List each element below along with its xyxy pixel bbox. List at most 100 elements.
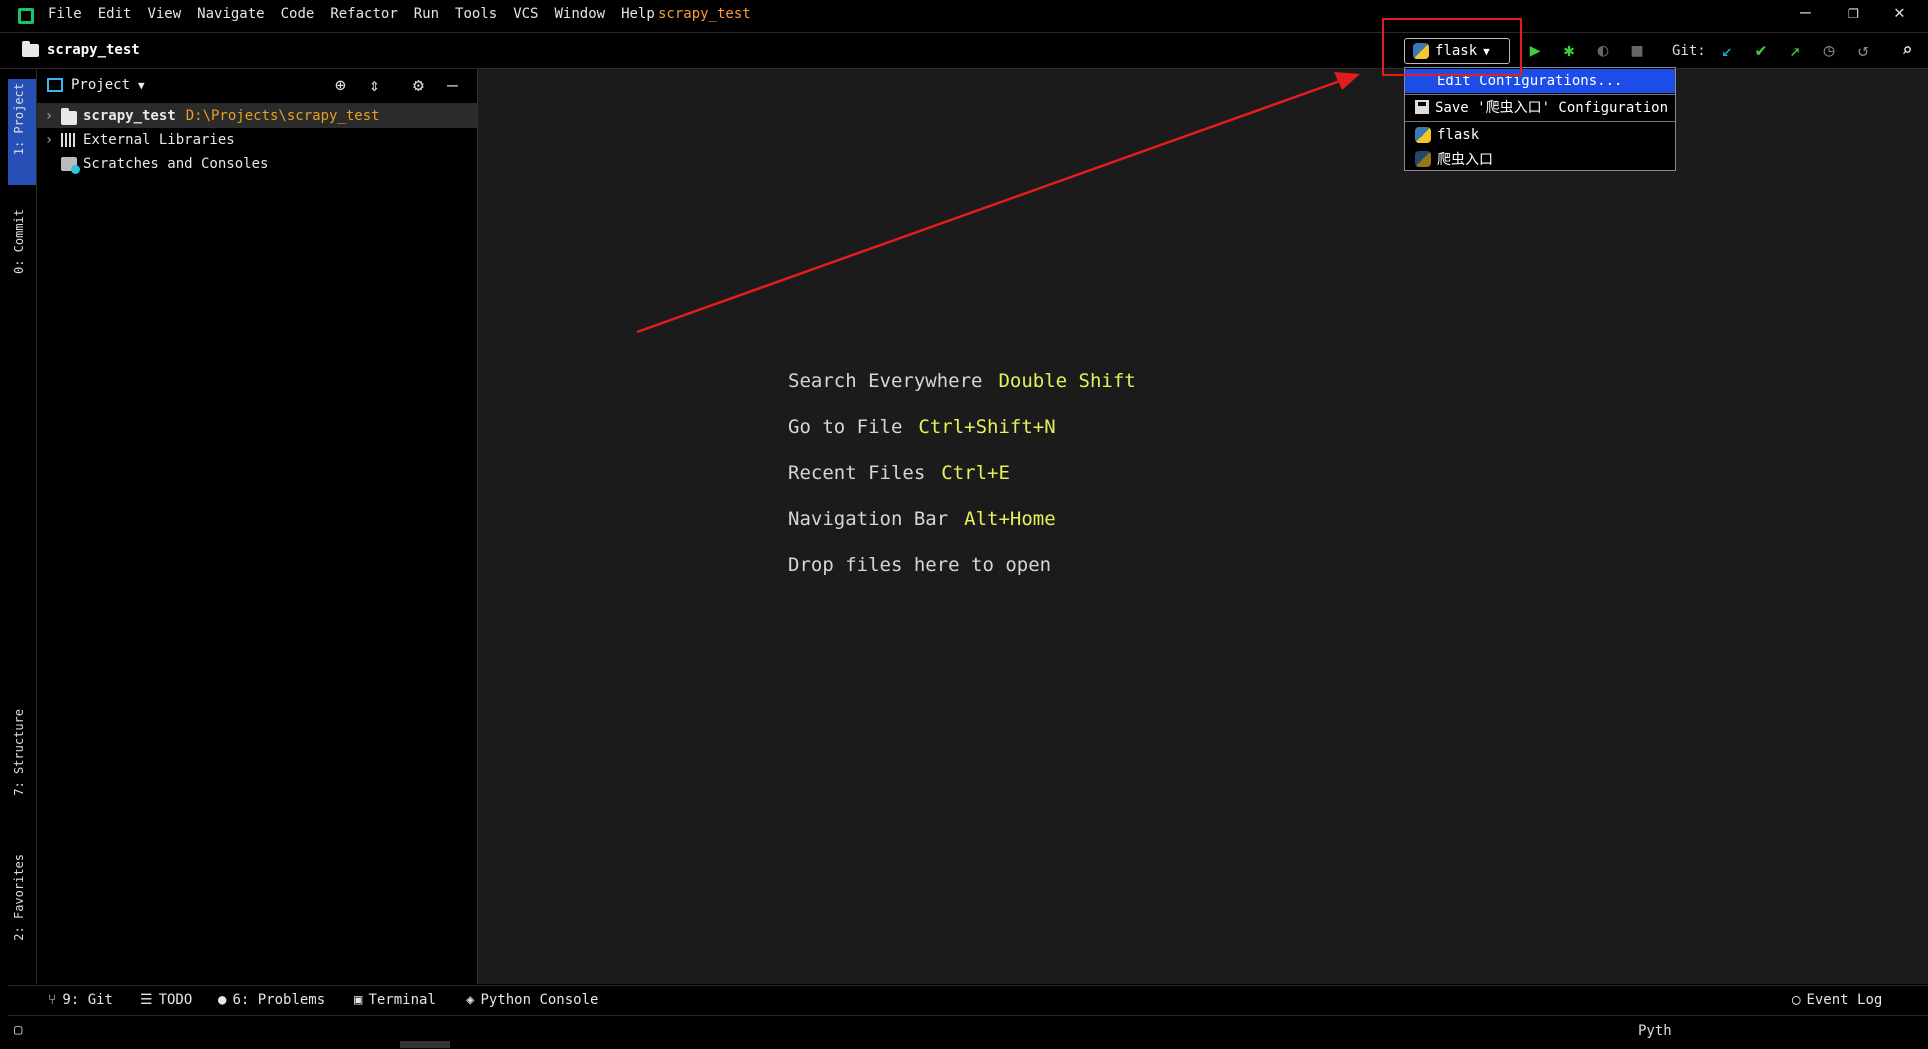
search-icon[interactable]: ⌕ [1896,40,1918,62]
popup-save-configuration[interactable]: Save '爬虫入口' Configuration [1405,95,1675,119]
popup-config-spider-entry[interactable]: 爬虫入口 [1405,147,1675,171]
tab-todo[interactable]: ☰ TODO [140,992,192,1008]
event-log-icon: ◯ [1792,992,1801,1008]
tab-favorites[interactable]: 2: Favorites [12,854,26,941]
menu-code[interactable]: Code [281,6,315,22]
menu-view[interactable]: View [147,6,181,22]
tab-commit[interactable]: 0: Commit [12,209,26,274]
highlight-box [1382,18,1522,76]
hint-action: Recent Files [788,462,926,484]
toggle-tool-windows-icon[interactable]: ▢ [14,1022,22,1038]
git-update-icon[interactable]: ↙ [1716,40,1738,62]
library-icon [61,133,77,147]
project-view-icon [47,78,63,92]
tab-label: 6: Problems [232,992,326,1008]
scrollbar-thumb[interactable] [400,1041,450,1048]
tab-structure[interactable]: 7: Structure [12,709,26,796]
debug-icon[interactable]: ✱ [1558,40,1580,62]
bottom-tool-bar: ⑂ 9: Git ☰ TODO ● 6: Problems ▣ Terminal… [8,985,1928,1016]
tree-item-label: scrapy_test [83,108,176,124]
tab-label: Terminal [368,992,436,1008]
git-commit-icon[interactable]: ✔ [1750,40,1772,62]
restore-button[interactable]: ❐ [1848,2,1859,23]
tab-event-log[interactable]: ◯ Event Log [1792,992,1882,1008]
tab-label: 9: Git [62,992,113,1008]
menu-run[interactable]: Run [414,6,439,22]
breadcrumb[interactable]: scrapy_test [22,40,140,58]
tree-item-path: D:\Projects\scrapy_test [185,108,380,124]
popup-config-flask[interactable]: flask [1405,123,1675,147]
git-label: Git: [1672,43,1706,59]
tab-problems[interactable]: ● 6: Problems [218,992,325,1008]
menu-help[interactable]: Help [621,6,655,22]
coverage-icon[interactable]: ◐ [1592,40,1614,62]
tab-project[interactable]: 1: Project [12,83,26,155]
save-icon [1415,100,1429,114]
hint-action: Search Everywhere [788,370,983,392]
menu-bar: File Edit View Navigate Code Refactor Ru… [0,0,1928,33]
gear-icon[interactable]: ⚙ [413,75,424,96]
tree-item-label: External Libraries [83,132,235,148]
hint-shortcut: Ctrl+Shift+N [918,416,1056,438]
hint-search-everywhere: Search Everywhere Double Shift [788,370,1136,392]
hint-shortcut: Alt+Home [964,508,1056,530]
terminal-icon: ▣ [354,992,363,1008]
menu-file[interactable]: File [48,6,82,22]
popup-item-label: 爬虫入口 [1437,152,1493,168]
list-icon: ☰ [140,992,153,1008]
hint-go-to-file: Go to File Ctrl+Shift+N [788,416,1056,438]
folder-icon [22,40,39,57]
run-icon[interactable]: ▶ [1524,40,1546,62]
main-menu: File Edit View Navigate Code Refactor Ru… [48,6,655,22]
locate-icon[interactable]: ⊕ [335,75,346,96]
project-panel-title: Project [71,77,131,93]
python-console-icon: ◈ [466,992,475,1008]
status-interpreter[interactable]: Pyth [1638,1023,1672,1039]
editor-area: Search Everywhere Double Shift Go to File… [478,69,1928,984]
hint-shortcut: Double Shift [998,370,1136,392]
chevron-right-icon[interactable]: › [41,132,57,148]
tree-item-scratches[interactable]: Scratches and Consoles [37,152,477,176]
scratches-icon [61,157,80,174]
tab-python-console[interactable]: ◈ Python Console [466,992,598,1008]
tab-terminal[interactable]: ▣ Terminal [354,992,436,1008]
close-button[interactable]: ✕ [1894,2,1905,23]
breadcrumb-project[interactable]: scrapy_test [47,42,140,58]
status-bar: ▢ Pyth [8,1015,1928,1049]
menu-window[interactable]: Window [555,6,606,22]
tree-item-label: Scratches and Consoles [83,156,269,172]
python-icon [1415,151,1431,167]
hint-action: Drop files here to open [788,554,1052,576]
problems-icon: ● [218,992,227,1008]
menu-navigate[interactable]: Navigate [197,6,264,22]
menu-vcs[interactable]: VCS [513,6,538,22]
chevron-right-icon[interactable]: › [41,108,57,124]
git-push-icon[interactable]: ↗ [1784,40,1806,62]
rollback-icon[interactable]: ↺ [1852,40,1874,62]
tab-label: Event Log [1806,992,1883,1008]
menu-refactor[interactable]: Refactor [330,6,397,22]
hint-action: Go to File [788,416,903,438]
menu-tools[interactable]: Tools [455,6,497,22]
git-branch-icon: ⑂ [48,992,57,1008]
stop-icon[interactable]: ■ [1626,40,1648,62]
collapse-all-icon[interactable]: ⇕ [369,75,380,96]
history-icon[interactable]: ◷ [1818,40,1840,62]
tab-label: TODO [158,992,193,1008]
tab-git[interactable]: ⑂ 9: Git [48,992,113,1008]
project-panel-header: Project ▼ ⊕ ⇕ ⚙ — [37,69,477,104]
python-icon [1415,127,1431,143]
hint-action: Navigation Bar [788,508,949,530]
pycharm-logo-icon [18,8,34,24]
project-view-selector[interactable]: Project ▼ [47,77,145,93]
menu-edit[interactable]: Edit [98,6,132,22]
hint-navigation-bar: Navigation Bar Alt+Home [788,508,1056,530]
tree-item-external-libraries[interactable]: › External Libraries [37,128,477,152]
tab-label: Python Console [480,992,599,1008]
popup-item-label: Save '爬虫入口' Configuration [1435,100,1669,116]
tree-item-project-root[interactable]: › scrapy_test D:\Projects\scrapy_test [37,104,477,128]
popup-separator [1405,121,1675,122]
minimize-button[interactable]: — [1800,2,1811,23]
hide-panel-icon[interactable]: — [447,75,458,96]
folder-icon [61,107,77,125]
